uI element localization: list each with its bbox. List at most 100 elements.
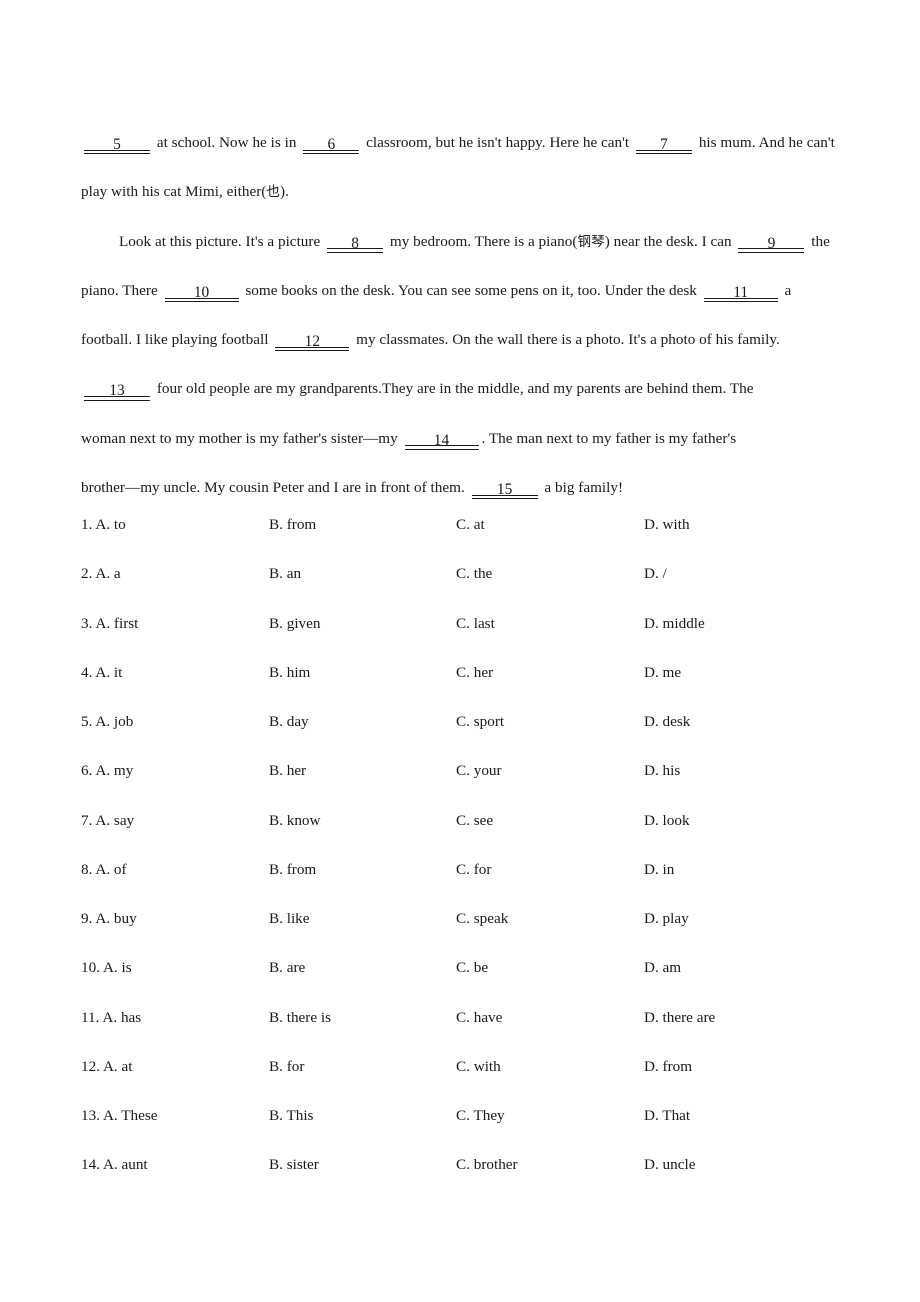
answer-blank-7[interactable]: 7	[636, 136, 692, 155]
option-a-q12[interactable]: 12. A. at	[81, 1042, 132, 1091]
option-b-q11[interactable]: B. there is	[269, 993, 331, 1042]
passage-line: Look at this picture. It's a picture 8 m…	[81, 217, 838, 266]
option-c-q6[interactable]: C. your	[456, 746, 502, 795]
option-a-q2[interactable]: 2. A. a	[81, 549, 121, 598]
answer-blank-12[interactable]: 12	[275, 333, 350, 352]
option-c-q11[interactable]: C. have	[456, 993, 502, 1042]
option-a-q10[interactable]: 10. A. is	[81, 943, 132, 992]
option-d-q12[interactable]: D. from	[644, 1042, 692, 1091]
answer-blank-11[interactable]: 11	[703, 284, 778, 303]
option-a-q6[interactable]: 6. A. my	[81, 746, 133, 795]
option-c-q7[interactable]: C. see	[456, 796, 493, 845]
blank-number: 8	[351, 234, 359, 252]
option-a-q14[interactable]: 14. A. aunt	[81, 1140, 148, 1189]
answer-blank-14[interactable]: 14	[404, 432, 479, 450]
option-a-q8[interactable]: 8. A. of	[81, 845, 127, 894]
question-row: 7. A. say B. know C. see D. look	[81, 796, 871, 845]
option-a-q9[interactable]: 9. A. buy	[81, 894, 137, 943]
option-b-q1[interactable]: B. from	[269, 500, 316, 549]
option-c-q10[interactable]: C. be	[456, 943, 488, 992]
option-d-q9[interactable]: D. play	[644, 894, 689, 943]
option-c-q1[interactable]: C. at	[456, 500, 485, 549]
option-a-q11[interactable]: 11. A. has	[81, 993, 141, 1042]
option-d-q3[interactable]: D. middle	[644, 599, 705, 648]
option-d-q2[interactable]: D. /	[644, 549, 667, 598]
option-a-q13[interactable]: 13. A. These	[81, 1091, 158, 1140]
blank-number: 9	[767, 234, 776, 252]
option-b-q4[interactable]: B. him	[269, 648, 310, 697]
option-c-q5[interactable]: C. sport	[456, 697, 504, 746]
passage-text: woman next to my mother is my father's s…	[81, 429, 402, 447]
passage-line: 5 at school. Now he is in 6 classroom, b…	[81, 118, 838, 167]
blank-number: 6	[327, 136, 336, 153]
passage-text: classroom, but he isn't happy. Here he c…	[362, 134, 633, 151]
option-d-q5[interactable]: D. desk	[644, 697, 690, 746]
option-d-q7[interactable]: D. look	[644, 796, 690, 845]
passage-text: ) near the desk. I can	[604, 232, 736, 250]
option-a-q4[interactable]: 4. A. it	[81, 648, 122, 697]
option-c-q2[interactable]: C. the	[456, 549, 492, 598]
option-c-q14[interactable]: C. brother	[456, 1140, 518, 1189]
option-a-q1[interactable]: 1. A. to	[81, 500, 126, 549]
blank-number: 12	[304, 333, 321, 351]
option-b-q12[interactable]: B. for	[269, 1042, 304, 1091]
question-row: 8. A. of B. from C. for D. in	[81, 845, 871, 894]
answer-blank-13[interactable]: 13	[84, 383, 150, 401]
option-d-q4[interactable]: D. me	[644, 648, 681, 697]
passage-line: football. I like playing football 12 my …	[81, 315, 838, 364]
passage-text: a	[780, 281, 792, 299]
blank-number: 7	[660, 136, 668, 153]
option-d-q6[interactable]: D. his	[644, 746, 680, 795]
answer-blank-10[interactable]: 10	[164, 284, 239, 303]
passage-text: the	[807, 232, 830, 250]
option-a-q7[interactable]: 7. A. say	[81, 796, 134, 845]
option-b-q2[interactable]: B. an	[269, 549, 301, 598]
question-row: 5. A. job B. day C. sport D. desk	[81, 697, 871, 746]
option-b-q14[interactable]: B. sister	[269, 1140, 319, 1189]
blank-number: 15	[496, 481, 513, 499]
question-row: 10. A. is B. are C. be D. am	[81, 943, 871, 992]
question-row: 1. A. to B. from C. at D. with	[81, 500, 871, 549]
passage-text: a big family!	[540, 479, 624, 497]
option-c-q12[interactable]: C. with	[456, 1042, 501, 1091]
option-a-q3[interactable]: 3. A. first	[81, 599, 138, 648]
option-d-q14[interactable]: D. uncle	[644, 1140, 695, 1189]
answer-blank-9[interactable]: 9	[738, 234, 805, 253]
question-row: 13. A. These B. This C. They D. That	[81, 1091, 871, 1140]
option-c-q4[interactable]: C. her	[456, 648, 493, 697]
option-b-q6[interactable]: B. her	[269, 746, 306, 795]
option-d-q1[interactable]: D. with	[644, 500, 690, 549]
option-b-q5[interactable]: B. day	[269, 697, 309, 746]
option-b-q9[interactable]: B. like	[269, 894, 310, 943]
passage-line: play with his cat Mimi, either(也).	[81, 167, 838, 216]
passage-text: piano. There	[81, 281, 162, 299]
passage-line: woman next to my mother is my father's s…	[81, 414, 838, 463]
option-d-q11[interactable]: D. there are	[644, 993, 715, 1042]
option-b-q13[interactable]: B. This	[269, 1091, 313, 1140]
answer-blank-6[interactable]: 6	[303, 136, 360, 155]
option-c-q13[interactable]: C. They	[456, 1091, 505, 1140]
answer-blank-5[interactable]: 5	[84, 136, 150, 155]
option-b-q7[interactable]: B. know	[269, 796, 320, 845]
answer-blank-15[interactable]: 15	[471, 481, 538, 500]
option-d-q13[interactable]: D. That	[644, 1091, 690, 1140]
option-c-q9[interactable]: C. speak	[456, 894, 508, 943]
answer-blank-8[interactable]: 8	[327, 234, 384, 253]
worksheet-page: 5 at school. Now he is in 6 classroom, b…	[0, 0, 920, 1302]
option-b-q3[interactable]: B. given	[269, 599, 320, 648]
option-b-q8[interactable]: B. from	[269, 845, 316, 894]
option-d-q10[interactable]: D. am	[644, 943, 681, 992]
blank-number: 5	[113, 136, 121, 153]
cloze-passage: 5 at school. Now he is in 6 classroom, b…	[81, 118, 838, 512]
option-a-q5[interactable]: 5. A. job	[81, 697, 133, 746]
passage-text: . The man next to my father is my father…	[481, 429, 737, 447]
option-c-q8[interactable]: C. for	[456, 845, 491, 894]
option-d-q8[interactable]: D. in	[644, 845, 674, 894]
passage-line: piano. There 10 some books on the desk. …	[81, 266, 838, 315]
question-row: 9. A. buy B. like C. speak D. play	[81, 894, 871, 943]
passage-text: play with his cat Mimi, either(	[81, 183, 267, 201]
passage-text: at school. Now he is in	[153, 134, 301, 151]
passage-text: some books on the desk. You can see some…	[241, 281, 701, 299]
option-b-q10[interactable]: B. are	[269, 943, 305, 992]
option-c-q3[interactable]: C. last	[456, 599, 495, 648]
